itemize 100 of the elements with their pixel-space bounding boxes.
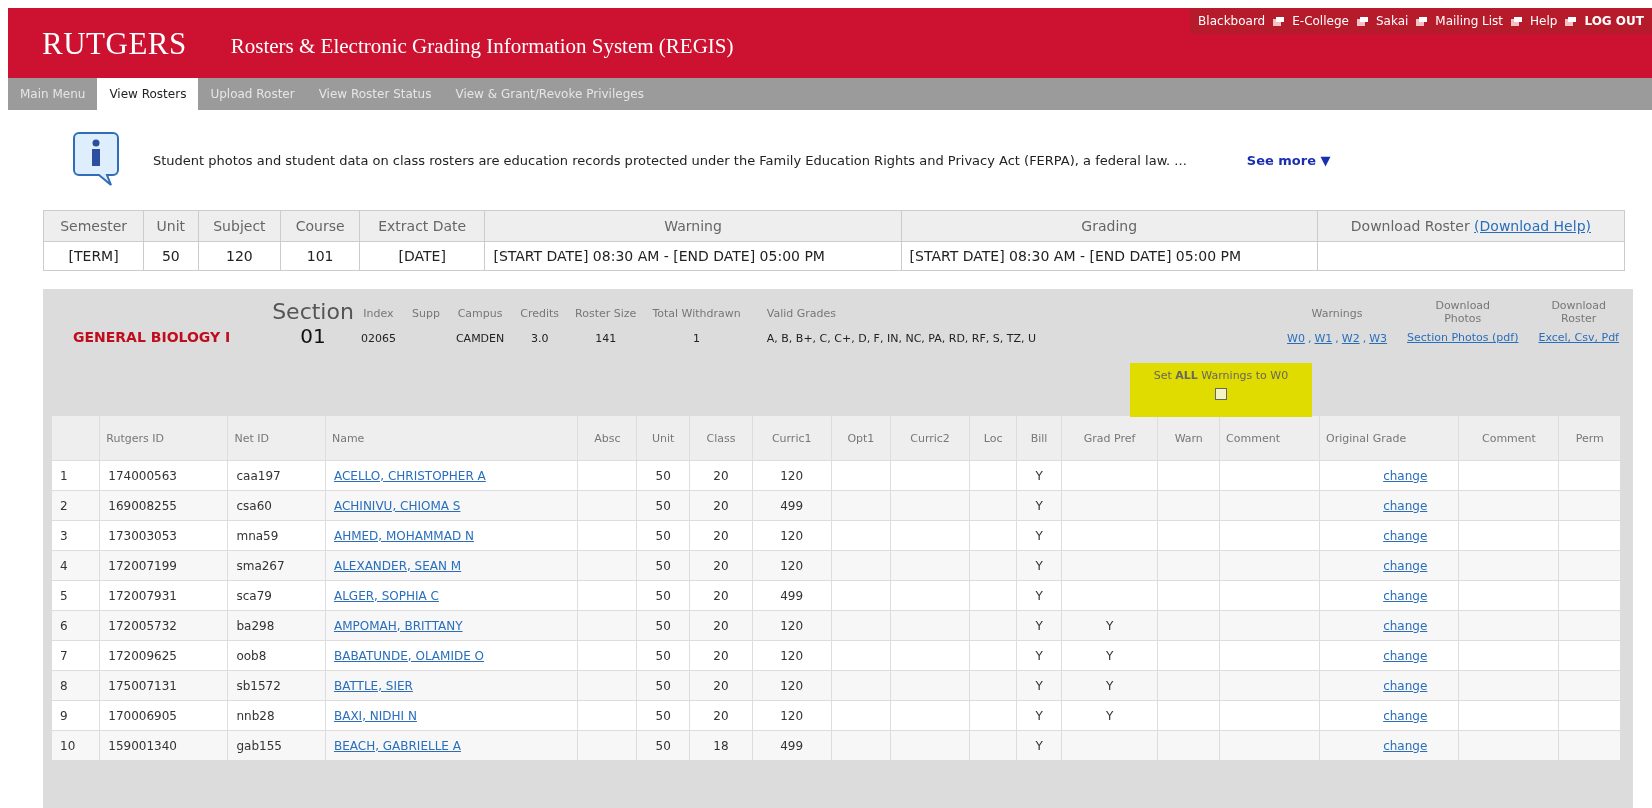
field-label: Total Withdrawn	[652, 307, 741, 320]
table-cell: 50	[655, 738, 671, 753]
table-cell: 20	[713, 498, 729, 513]
column-header: Class	[689, 415, 753, 461]
table-cell: 169008255	[108, 498, 177, 513]
set-all-checkbox[interactable]	[1215, 388, 1227, 400]
field-label: Campus	[457, 307, 503, 320]
change-link[interactable]: change	[1383, 708, 1428, 723]
column-header: Loc	[969, 415, 1017, 461]
column-header: Perm	[1558, 415, 1621, 461]
download-help-link[interactable]: (Download Help)	[1474, 218, 1591, 234]
change-link[interactable]: change	[1383, 528, 1428, 543]
table-cell: [TERM]	[43, 241, 144, 271]
table-cell: 4	[60, 558, 68, 573]
table-cell: 499	[780, 498, 804, 513]
table-cell: Y	[1105, 618, 1114, 633]
roster-download-link[interactable]: Excel, Csv, Pdf	[1538, 331, 1619, 344]
change-link[interactable]: change	[1383, 678, 1428, 693]
student-name-link[interactable]: BAXI, NIDHI N	[333, 708, 417, 723]
field-label: Valid Grades	[766, 307, 837, 320]
field-value: 3.0	[530, 332, 549, 345]
change-link[interactable]: change	[1383, 588, 1428, 603]
table-cell: 120	[780, 648, 804, 663]
table-cell: [DATE]	[359, 241, 485, 271]
table-cell: 120	[780, 708, 804, 723]
table-cell: sca79	[236, 588, 272, 603]
field-label: Roster Size	[575, 307, 637, 320]
column-header: Comment	[1458, 415, 1559, 461]
top-link[interactable]: Help	[1522, 14, 1566, 28]
change-link[interactable]: change	[1383, 468, 1428, 483]
set-all-label: Set ALL Warnings to W0	[1153, 369, 1289, 382]
table-cell: 499	[780, 588, 804, 603]
table-cell: 50	[655, 498, 671, 513]
table-cell: 175007131	[108, 678, 177, 693]
table-cell: Y	[1035, 678, 1043, 693]
table-cell: 172009625	[108, 648, 177, 663]
photos-link[interactable]: Section Photos (pdf)	[1407, 331, 1519, 344]
table-cell: [START DATE] 08:30 AM - [END DATE] 05:00 PM	[484, 241, 902, 271]
table-cell: 9	[60, 708, 68, 723]
table-cell: oob8	[236, 648, 267, 663]
column-header: Warning	[484, 210, 902, 242]
table-cell: 120	[780, 678, 804, 693]
table-cell: Y	[1035, 648, 1043, 663]
table-cell: 120	[780, 528, 804, 543]
student-name-link[interactable]: BATTLE, SIER	[333, 678, 413, 693]
table-cell: Y	[1035, 528, 1043, 543]
top-link[interactable]: E-College	[1284, 14, 1357, 28]
change-link[interactable]: change	[1383, 648, 1428, 663]
table-cell: 120	[198, 241, 281, 271]
table-cell: 173003053	[108, 528, 177, 543]
field-value: A, B, B+, C, C+, D, F, IN, NC, PA, RD, RF, S, TZ, U	[766, 332, 1037, 345]
change-link[interactable]: change	[1383, 498, 1428, 513]
change-link[interactable]: change	[1383, 558, 1428, 573]
column-header: Unit	[143, 210, 198, 242]
table-cell: sma267	[236, 558, 285, 573]
table-cell: 50	[655, 708, 671, 723]
table-cell: Y	[1105, 648, 1114, 663]
table-cell: Y	[1105, 678, 1114, 693]
top-link[interactable]: Sakai	[1367, 14, 1417, 28]
table-cell: Y	[1035, 468, 1043, 483]
table-cell: caa197	[236, 468, 281, 483]
table-cell: Y	[1105, 708, 1114, 723]
table-cell: 170006905	[108, 708, 177, 723]
field-value: CAMDEN	[455, 332, 505, 345]
warning-link[interactable]: W1	[1314, 332, 1333, 345]
field-label: Credits	[520, 307, 560, 320]
field-value: 1	[693, 332, 701, 345]
table-cell: 159001340	[108, 738, 177, 753]
nav-tab[interactable]: View Rosters	[97, 78, 199, 110]
top-link[interactable]: LOG OUT	[1576, 14, 1652, 28]
table-cell: 1	[60, 468, 68, 483]
table-cell: 50	[655, 618, 671, 633]
top-link[interactable]: Blackboard	[1190, 14, 1274, 28]
top-link[interactable]: Mailing List	[1427, 14, 1512, 28]
column-header: Name	[325, 415, 578, 461]
column-header: Warn	[1157, 415, 1220, 461]
table-cell: 8	[60, 678, 68, 693]
course-title: GENERAL BIOLOGY I	[73, 329, 232, 345]
column-header: Absc	[577, 415, 637, 461]
table-cell: 10	[60, 738, 76, 753]
ferpa-notice: Student photos and student data on class rosters are education records protected under the Family Education Rights and Privacy Act (FERPA), a federal law. ...	[153, 152, 1187, 168]
change-link[interactable]: change	[1383, 738, 1428, 753]
column-header: Course	[280, 210, 360, 242]
table-cell: 50	[655, 648, 671, 663]
column-header: Original Grade	[1319, 415, 1459, 461]
column-header: Grading	[901, 210, 1318, 242]
table-cell: 172007931	[108, 588, 177, 603]
warning-link[interactable]: W2	[1341, 332, 1360, 345]
change-link[interactable]: change	[1383, 618, 1428, 633]
warning-link[interactable]: W3	[1369, 332, 1388, 345]
table-cell: 50	[655, 588, 671, 603]
see-more-link[interactable]: See more ▼	[1246, 152, 1331, 168]
field-label: Download Roster	[1550, 299, 1608, 325]
table-cell: 50	[655, 678, 671, 693]
warning-link[interactable]: W0	[1287, 332, 1305, 345]
table-cell: 499	[780, 738, 804, 753]
table-cell: csa60	[236, 498, 272, 513]
table-cell: 20	[713, 618, 729, 633]
table-cell: Y	[1035, 558, 1043, 573]
separator: ,	[1307, 332, 1312, 345]
